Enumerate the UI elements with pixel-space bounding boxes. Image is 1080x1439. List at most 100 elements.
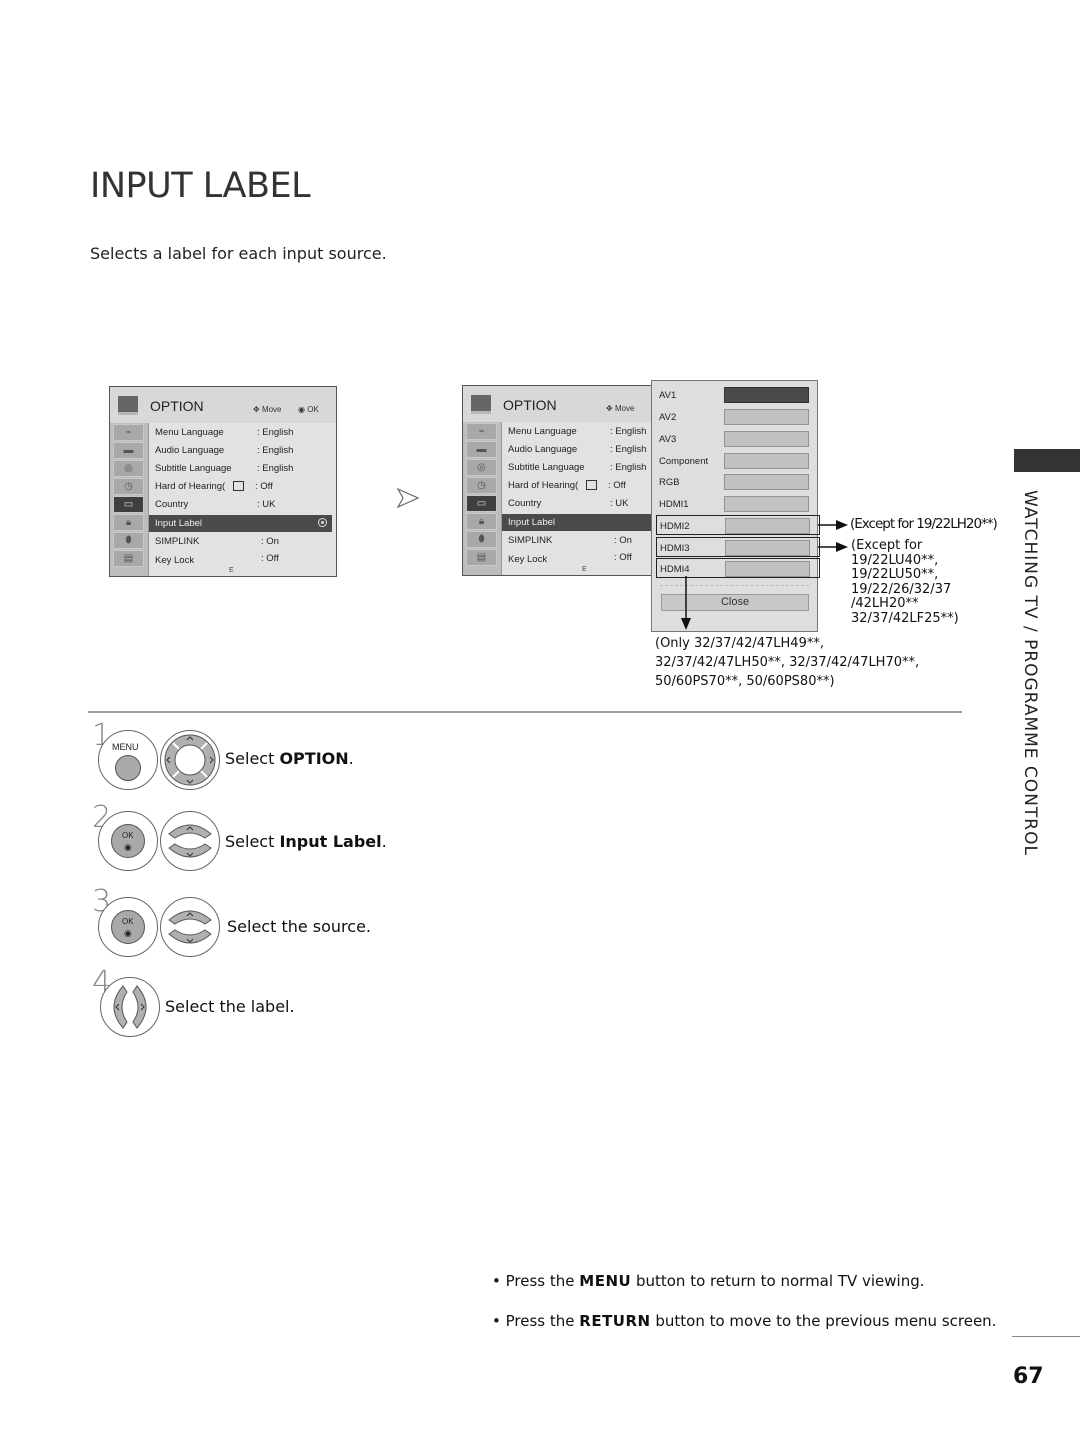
menu-button-icon — [115, 755, 141, 781]
source-name: AV2 — [659, 412, 677, 423]
row-label: Menu Language — [508, 426, 577, 437]
menu-row-country[interactable]: Country: UK — [502, 495, 656, 512]
source-name: HDMI1 — [659, 499, 689, 510]
next-step-arrow-icon — [396, 487, 420, 509]
clock-icon[interactable]: ◷ — [466, 477, 497, 494]
up-down-pad[interactable] — [160, 897, 220, 957]
osd-category-sidebar: ⌁ ▬ ◎ ◷ ▭ 🔒︎ ⬮ ▤ — [463, 422, 502, 575]
menu-row-hard-of-hearing[interactable]: Hard of Hearing(: Off — [502, 477, 656, 494]
tip-return: • Press the RETURN button to move to the… — [492, 1312, 997, 1330]
row-value: : On — [261, 536, 279, 547]
clapper-icon[interactable]: ▤ — [113, 550, 144, 567]
source-row-av2[interactable]: AV2 — [656, 407, 816, 427]
source-row-av3[interactable]: AV3 — [656, 429, 816, 449]
source-row-av1[interactable]: AV1 — [656, 385, 816, 405]
label-field[interactable] — [725, 540, 810, 556]
tv-icon — [118, 396, 138, 415]
menu-row-key-lock[interactable]: Key Lock: Off — [502, 551, 656, 568]
label-field[interactable] — [724, 474, 809, 490]
source-row-rgb[interactable]: RGB — [656, 472, 816, 492]
label-field[interactable] — [725, 561, 810, 577]
source-name: HDMI3 — [660, 543, 690, 554]
page-number: 67 — [1013, 1364, 1044, 1389]
menu-row-audio-language[interactable]: Audio Language: English — [149, 442, 336, 459]
hdmi4-callout-arrow — [681, 576, 691, 630]
menu-row-subtitle-language[interactable]: Subtitle Language: English — [502, 459, 656, 476]
source-row-hdmi4[interactable]: HDMI4 — [656, 558, 820, 578]
row-value: : Off — [255, 481, 273, 492]
row-label: Country — [155, 499, 189, 510]
label-field[interactable] — [724, 431, 809, 447]
menu-row-input-label[interactable]: Input Label — [149, 515, 332, 532]
menu-button-label: MENU — [112, 742, 139, 752]
row-label: SIMPLINK — [508, 535, 553, 546]
page-title: INPUT LABEL — [90, 166, 311, 206]
row-label: Input Label — [155, 518, 203, 529]
usb-icon[interactable]: ⬮ — [466, 531, 497, 548]
menu-row-country[interactable]: Country: UK — [149, 496, 336, 513]
usb-icon[interactable]: ⬮ — [113, 532, 144, 549]
tv-option-icon[interactable]: ▭ — [466, 495, 497, 512]
step-text: . — [381, 832, 387, 851]
subtitle-icon — [586, 480, 597, 490]
row-value: : Off — [608, 480, 626, 491]
clapper-icon[interactable]: ▤ — [466, 549, 497, 566]
osd-footer-char: E — [229, 567, 234, 574]
source-row-hdmi2[interactable]: HDMI2 — [656, 515, 820, 535]
satellite-dish-icon[interactable]: ⌁ — [113, 424, 144, 441]
arrow-right-icon — [836, 520, 848, 530]
menu-row-menu-language[interactable]: Menu Language : English — [149, 424, 336, 441]
source-name: HDMI2 — [660, 521, 690, 532]
menu-remote-button[interactable]: MENU — [98, 730, 158, 790]
speaker-icon[interactable]: ◎ — [113, 460, 144, 477]
menu-row-simplink[interactable]: SIMPLINK: On — [149, 533, 336, 550]
tip-menu: • Press the MENU button to return to nor… — [492, 1272, 925, 1290]
row-value: : English — [257, 427, 294, 438]
page-description: Selects a label for each input source. — [90, 244, 387, 263]
move-hint-label: Move — [261, 405, 282, 414]
row-label: Audio Language — [508, 444, 578, 455]
row-label: Key Lock — [508, 554, 548, 565]
row-label: Subtitle Language — [155, 463, 232, 474]
tip-key: MENU — [579, 1272, 632, 1290]
label-field[interactable] — [724, 496, 809, 512]
ok-remote-button[interactable]: OK ◉ — [98, 897, 158, 957]
navigation-pad[interactable] — [160, 730, 220, 790]
ok-remote-button[interactable]: OK ◉ — [98, 811, 158, 871]
menu-row-subtitle-language[interactable]: Subtitle Language: English — [149, 460, 336, 477]
menu-row-audio-language[interactable]: Audio Language: English — [502, 441, 656, 458]
label-field[interactable] — [724, 409, 809, 425]
ok-button-label: OK — [122, 831, 134, 840]
up-down-pad[interactable] — [160, 811, 220, 871]
tv-option-icon[interactable]: ▭ — [113, 496, 144, 513]
menu-row-simplink[interactable]: SIMPLINK: On — [502, 532, 656, 549]
move-hint-label: Move — [614, 404, 635, 413]
monitor-icon[interactable]: ▬ — [113, 442, 144, 459]
ok-dot-icon: ◉ — [124, 842, 132, 852]
lock-icon[interactable]: 🔒︎ — [466, 513, 497, 530]
menu-row-key-lock[interactable]: Key Lock: Off — [149, 552, 336, 569]
monitor-icon[interactable]: ▬ — [466, 441, 497, 458]
menu-row-menu-language[interactable]: Menu Language : English — [502, 423, 656, 440]
source-row-hdmi1[interactable]: HDMI1 — [656, 494, 816, 514]
row-label: Menu Language — [155, 427, 224, 438]
label-field[interactable] — [725, 518, 810, 534]
row-value: : English — [610, 426, 647, 437]
section-tab-marker — [1014, 449, 1080, 472]
menu-row-hard-of-hearing[interactable]: Hard of Hearing(: Off — [149, 478, 336, 495]
osd-option-menu-2: OPTION ✥ Move ⌁ ▬ ◎ ◷ ▭ 🔒︎ ⬮ ▤ Menu Lang… — [462, 385, 657, 576]
label-field[interactable] — [724, 453, 809, 469]
step-2-instruction: Select Input Label. — [225, 832, 387, 851]
label-field[interactable] — [724, 387, 809, 403]
menu-row-input-label[interactable]: Input Label — [502, 514, 656, 531]
satellite-dish-icon[interactable]: ⌁ — [466, 423, 497, 440]
clock-icon[interactable]: ◷ — [113, 478, 144, 495]
left-right-pad[interactable] — [100, 977, 160, 1037]
lock-icon[interactable]: 🔒︎ — [113, 514, 144, 531]
speaker-icon[interactable]: ◎ — [466, 459, 497, 476]
source-row-component[interactable]: Component — [656, 451, 816, 471]
step-3-instruction: Select the source. — [227, 917, 372, 936]
osd-option-menu-1: OPTION ✥ Move ◉ OK ⌁ ▬ ◎ ◷ ▭ 🔒︎ ⬮ ▤ Menu… — [109, 386, 337, 577]
source-row-hdmi3[interactable]: HDMI3 — [656, 537, 820, 557]
note-line: /42LH20** — [851, 596, 919, 611]
